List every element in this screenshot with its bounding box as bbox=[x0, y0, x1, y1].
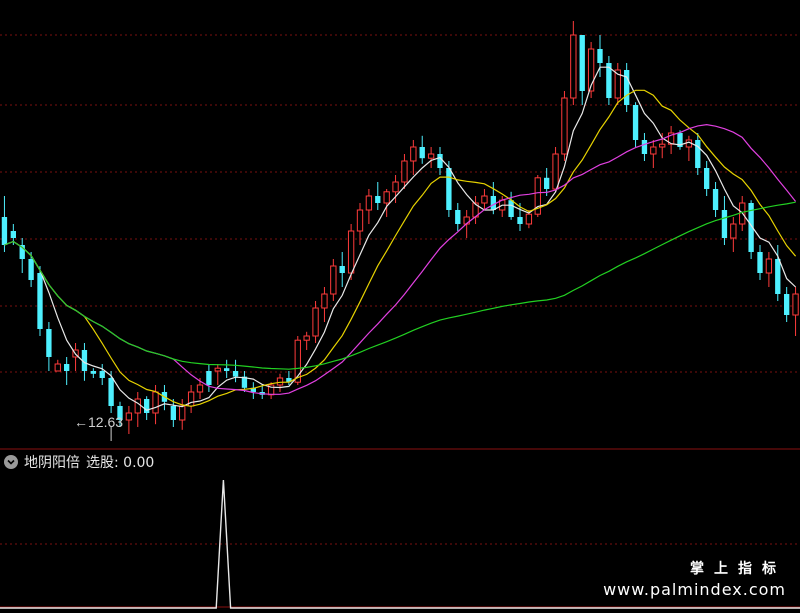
candle-body-up bbox=[356, 209, 364, 232]
candle-body-down bbox=[508, 200, 514, 217]
candle-body-up bbox=[427, 153, 435, 159]
candle-body-down bbox=[704, 168, 710, 189]
candle-body-down bbox=[28, 259, 34, 280]
candle-body-down bbox=[419, 147, 425, 159]
candle-body-down bbox=[224, 368, 230, 371]
candle-body-down bbox=[232, 371, 239, 377]
candle-body-up bbox=[792, 293, 799, 316]
ma-line-magenta bbox=[4, 123, 797, 395]
watermark-cn: 掌上指标 bbox=[690, 561, 786, 577]
chevron-down-icon bbox=[7, 459, 15, 465]
candle-body-down bbox=[206, 371, 212, 385]
candle-body-up bbox=[730, 223, 737, 239]
candle-body-down bbox=[46, 329, 52, 357]
candle-body-down bbox=[90, 371, 96, 374]
candle-body-up bbox=[765, 258, 773, 274]
candle-body-down bbox=[579, 35, 585, 91]
candle-body-down bbox=[170, 406, 176, 420]
select-label: 选股 bbox=[86, 455, 114, 471]
candle-body-up bbox=[392, 181, 399, 193]
indicator-header: 地阴阳倍 选股: 0.00 bbox=[4, 452, 154, 472]
watermark-url: www.palmindex.com bbox=[603, 580, 786, 599]
candle-body-up bbox=[410, 146, 417, 162]
candle-body-down bbox=[455, 210, 461, 224]
candle-body-down bbox=[757, 252, 763, 273]
ma-line-yellow bbox=[4, 89, 797, 407]
candle-body-up bbox=[525, 213, 533, 225]
candle-body-up bbox=[196, 384, 204, 393]
candle-body-down bbox=[10, 231, 16, 238]
candle-body-down bbox=[437, 154, 443, 168]
candle-body-down bbox=[517, 217, 523, 224]
kline-chart bbox=[0, 21, 800, 609]
candle-body-up bbox=[552, 153, 559, 190]
watermark: 掌上指标 www.palmindex.com bbox=[603, 558, 786, 599]
candle-body-down bbox=[446, 168, 452, 210]
candle-body-down bbox=[597, 49, 603, 63]
candle-body-up bbox=[650, 146, 657, 155]
candle-body-down bbox=[144, 399, 150, 413]
candle-body-up bbox=[561, 97, 568, 155]
candle-body-up bbox=[134, 398, 141, 414]
candle-body-down bbox=[375, 196, 381, 203]
candle-body-up bbox=[401, 160, 408, 183]
candle-body-up bbox=[481, 195, 488, 204]
collapse-indicator-button[interactable] bbox=[4, 455, 18, 469]
candle-body-down bbox=[712, 189, 719, 210]
candle-body-up bbox=[276, 377, 284, 386]
low-price-label: ←12.63 bbox=[74, 414, 123, 430]
candle-body-up bbox=[312, 307, 319, 337]
low-price-value: 12.63 bbox=[88, 414, 124, 430]
candle-body-down bbox=[624, 70, 630, 105]
candle-body-down bbox=[37, 273, 43, 329]
candle-body-down bbox=[721, 210, 728, 238]
candle-body-down bbox=[632, 105, 639, 140]
candle-body-up bbox=[179, 405, 186, 421]
candle-body-up bbox=[321, 293, 328, 309]
candle-body-down bbox=[1, 217, 8, 245]
candle-body-down bbox=[108, 378, 114, 406]
candle-body-down bbox=[64, 364, 70, 371]
candle-body-up bbox=[330, 265, 337, 295]
candle-body-up bbox=[152, 391, 159, 414]
candle-body-down bbox=[339, 266, 345, 273]
candle-body-up bbox=[365, 195, 373, 211]
indicator-value: 0.00 bbox=[123, 455, 155, 471]
candle-body-down bbox=[490, 196, 496, 210]
candle-body-down bbox=[641, 140, 648, 154]
candle-body-down bbox=[784, 294, 790, 315]
candle-body-up bbox=[347, 230, 355, 274]
candle-body-up bbox=[303, 335, 310, 341]
candle-body-down bbox=[544, 177, 550, 189]
candle-body-up bbox=[214, 367, 221, 372]
candle-body-down bbox=[775, 259, 781, 294]
candle-body-up bbox=[383, 191, 390, 204]
candle-body-down bbox=[99, 371, 105, 378]
candle-body-up bbox=[659, 143, 666, 148]
candle-body-up bbox=[125, 412, 133, 421]
candle-body-down bbox=[695, 140, 701, 168]
low-arrow-icon: ← bbox=[74, 414, 88, 430]
candle-body-up bbox=[54, 363, 61, 372]
indicator-name[interactable]: 地阴阳倍 bbox=[24, 452, 80, 472]
candle-body-up bbox=[570, 34, 577, 99]
